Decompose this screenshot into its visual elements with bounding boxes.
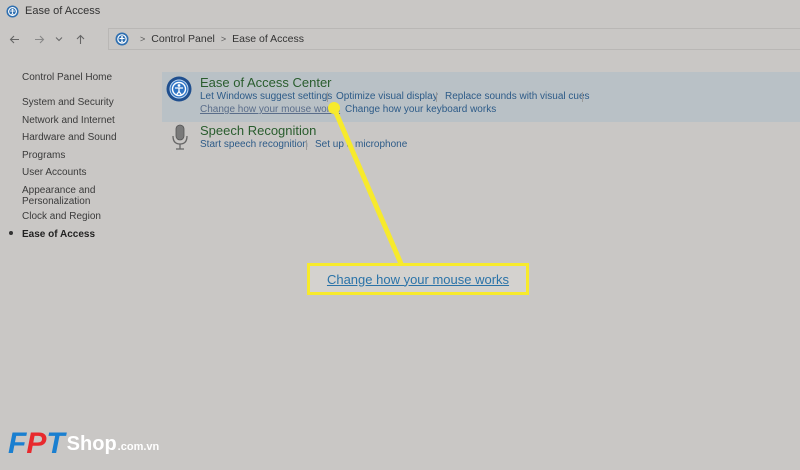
- brand-shop: Shop: [66, 432, 117, 455]
- fpt-logo: F P T: [8, 429, 65, 459]
- callout-text: Change how your mouse works: [326, 271, 510, 287]
- brand-watermark: F P T Shop .com.vn: [8, 424, 159, 464]
- logo-letter-f: F: [8, 427, 27, 460]
- logo-letter-t: T: [46, 427, 65, 460]
- logo-letter-p: P: [26, 427, 47, 460]
- callout-box: Change how your mouse works: [307, 263, 529, 295]
- brand-domain: .com.vn: [117, 441, 160, 453]
- callout-pointer: [328, 102, 405, 269]
